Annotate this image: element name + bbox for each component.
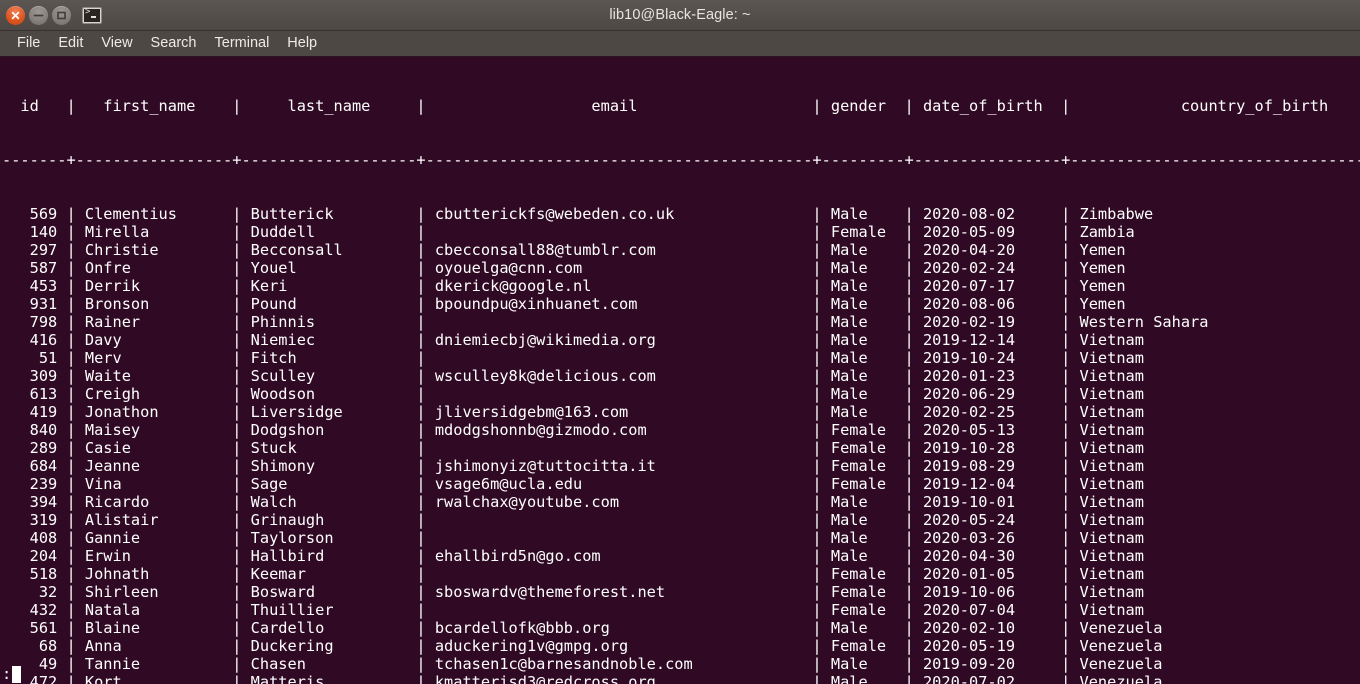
table-row: 416 | Davy | Niemiec | dniemiecbj@wikime… (2, 331, 1360, 349)
pager-prompt[interactable]: : (2, 664, 22, 684)
terminal-window: lib10@Black-Eagle: ~ File Edit View Sear… (0, 0, 1360, 684)
close-window-button[interactable] (6, 5, 25, 25)
table-row: 472 | Kort | Matteris | kmatterisd3@redc… (2, 673, 1360, 684)
maximize-icon (57, 11, 66, 19)
table-row: 394 | Ricardo | Walch | rwalchax@youtube… (2, 493, 1360, 511)
table-row: 684 | Jeanne | Shimony | jshimonyiz@tutt… (2, 457, 1360, 475)
menu-bar: File Edit View Search Terminal Help (0, 31, 1360, 57)
table-row: 931 | Bronson | Pound | bpoundpu@xinhuan… (2, 295, 1360, 313)
table-row: 453 | Derrik | Keri | dkerick@google.nl … (2, 277, 1360, 295)
maximize-window-button[interactable] (52, 5, 71, 25)
terminal-icon (82, 6, 102, 24)
menu-item-search[interactable]: Search (142, 33, 206, 54)
table-row: 140 | Mirella | Duddell | | Female | 202… (2, 223, 1360, 241)
table-row: 798 | Rainer | Phinnis | | Male | 2020-0… (2, 313, 1360, 331)
table-row: 51 | Merv | Fitch | | Male | 2019-10-24 … (2, 349, 1360, 367)
menu-item-help[interactable]: Help (278, 33, 326, 54)
minimize-window-button[interactable] (29, 5, 48, 25)
window-title: lib10@Black-Eagle: ~ (609, 7, 751, 23)
window-controls (0, 5, 102, 25)
table-row: 561 | Blaine | Cardello | bcardellofk@bb… (2, 619, 1360, 637)
table-row: 432 | Natala | Thuillier | | Female | 20… (2, 601, 1360, 619)
table-row: 68 | Anna | Duckering | aduckering1v@gmp… (2, 637, 1360, 655)
terminal-screen[interactable]: id | first_name | last_name | email | ge… (0, 57, 1360, 684)
table-row: 569 | Clementius | Butterick | cbutteric… (2, 205, 1360, 223)
close-icon (11, 11, 20, 19)
table-row: 297 | Christie | Becconsall | cbecconsal… (2, 241, 1360, 259)
table-row: 587 | Onfre | Youel | oyouelga@cnn.com |… (2, 259, 1360, 277)
menu-item-file[interactable]: File (8, 33, 49, 54)
table-row: 613 | Creigh | Woodson | | Male | 2020-0… (2, 385, 1360, 403)
table-row: 518 | Johnath | Keemar | | Female | 2020… (2, 565, 1360, 583)
table-row: 289 | Casie | Stuck | | Female | 2019-10… (2, 439, 1360, 457)
table-row: 840 | Maisey | Dodgshon | mdodgshonnb@gi… (2, 421, 1360, 439)
table-row: 32 | Shirleen | Bosward | sboswardv@them… (2, 583, 1360, 601)
table-header-row: id | first_name | last_name | email | ge… (2, 97, 1360, 115)
minimize-icon (33, 14, 44, 16)
menu-item-terminal[interactable]: Terminal (206, 33, 279, 54)
title-bar: lib10@Black-Eagle: ~ (0, 0, 1360, 31)
table-row: 408 | Gannie | Taylorson | | Male | 2020… (2, 529, 1360, 547)
text-cursor (12, 665, 22, 683)
table-row: 309 | Waite | Sculley | wsculley8k@delic… (2, 367, 1360, 385)
table-row: 419 | Jonathon | Liversidge | jliversidg… (2, 403, 1360, 421)
table-row: 239 | Vina | Sage | vsage6m@ucla.edu | F… (2, 475, 1360, 493)
table-row: 49 | Tannie | Chasen | tchasen1c@barnesa… (2, 655, 1360, 673)
table-row: 319 | Alistair | Grinaugh | | Male | 202… (2, 511, 1360, 529)
table-separator: -------+-----------------+--------------… (2, 151, 1360, 169)
table-row: 204 | Erwin | Hallbird | ehallbird5n@go.… (2, 547, 1360, 565)
table-rows: 569 | Clementius | Butterick | cbutteric… (2, 205, 1360, 684)
menu-item-view[interactable]: View (92, 33, 141, 54)
prompt-symbol: : (2, 665, 12, 683)
menu-item-edit[interactable]: Edit (49, 33, 92, 54)
